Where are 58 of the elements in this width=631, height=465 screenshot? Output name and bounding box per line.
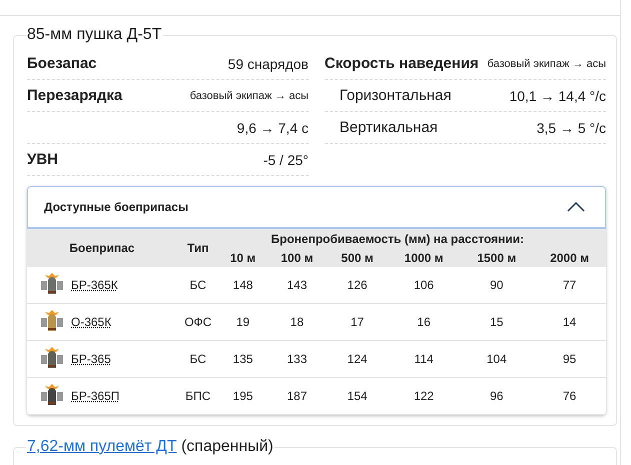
table-cell: 104 — [460, 340, 534, 378]
column-group-header: Бронепробиваемость (мм) на расстоянии: — [219, 229, 606, 248]
stat-label: Скорость наведения — [324, 55, 479, 72]
table-cell: 96 — [460, 378, 534, 414]
table-cell: 143 — [266, 267, 328, 304]
card-title: 85-мм пушка Д-5Т — [26, 26, 163, 44]
weapon-link[interactable]: 7,62-мм пулемёт ДТ — [27, 438, 177, 455]
table-cell: 135 — [219, 340, 267, 378]
table-cell: 148 — [219, 267, 267, 304]
table-cell: 154 — [327, 378, 388, 414]
table-cell: 16 — [387, 304, 460, 340]
ammo-link[interactable]: БР-365К — [71, 278, 118, 292]
stat-value: 10,1 → 14,4 °/с — [509, 88, 606, 104]
column-header: 1500 м — [460, 248, 534, 267]
column-header: Тип — [177, 229, 219, 267]
table-cell: БС — [177, 340, 219, 378]
stat-value: базовый экипаж → асы — [487, 58, 606, 70]
weapon-note: (спаренный) — [181, 438, 274, 455]
stat-label: Боезапас — [27, 55, 97, 72]
column-header: 1000 м — [387, 248, 460, 267]
table-cell: 14 — [533, 304, 606, 340]
column-header: 10 м — [219, 248, 267, 267]
table-cell: БПС — [177, 378, 219, 414]
ammo-link[interactable]: БР-365 — [71, 352, 111, 366]
column-header: 2000 м — [533, 248, 606, 267]
table-cell: 122 — [387, 378, 460, 414]
table-cell: 114 — [387, 340, 460, 378]
stat-label: УВН — [27, 151, 58, 168]
table-cell: 187 — [266, 378, 328, 414]
stat-label: Вертикальная — [338, 119, 438, 136]
table-cell: 19 — [219, 304, 267, 340]
table-cell: 126 — [327, 267, 388, 304]
ammo-link[interactable]: О-365К — [71, 315, 112, 329]
stat-value: базовый экипаж → асы — [190, 90, 308, 102]
stat-value: 59 снарядов — [228, 56, 308, 72]
column-header: 500 м — [327, 248, 388, 267]
table-cell: 90 — [460, 267, 534, 304]
ammo-link[interactable]: БР-365П — [71, 389, 120, 403]
table-cell: 195 — [219, 378, 267, 414]
table-cell: 133 — [266, 340, 328, 378]
table-cell: 17 — [327, 304, 388, 340]
table-cell: ОФС — [177, 304, 219, 340]
table-cell: БС — [177, 267, 219, 304]
table-cell: 77 — [533, 267, 606, 304]
stat-label: Горизонтальная — [338, 87, 452, 104]
table-cell: 15 — [460, 304, 534, 340]
table-cell: 18 — [266, 304, 328, 340]
stat-label: Перезарядка — [27, 87, 122, 104]
table-cell: 76 — [533, 378, 606, 414]
column-header: 100 м — [266, 248, 328, 267]
table-cell: 95 — [533, 340, 606, 378]
column-header: Боеприпас — [27, 229, 177, 267]
table-cell: 106 — [387, 267, 460, 304]
stat-value: 3,5 → 5 °/с — [536, 120, 606, 136]
chevron-icon — [567, 202, 585, 212]
stat-value: -5 / 25° — [263, 152, 308, 168]
table-cell: 124 — [327, 340, 388, 378]
stat-value: 9,6 → 7,4 с — [236, 120, 308, 136]
